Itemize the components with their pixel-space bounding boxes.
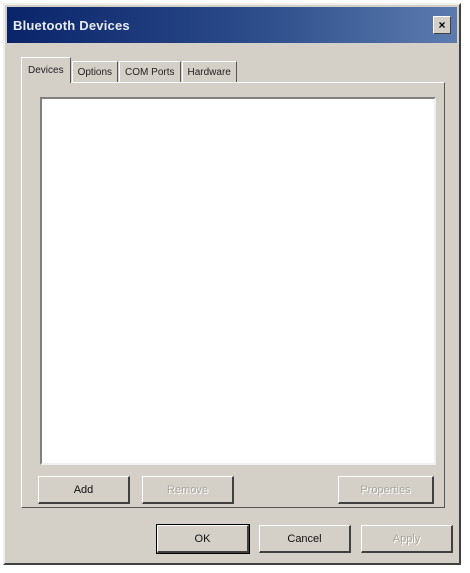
devices-tab-panel: Add Remove Properties: [21, 82, 445, 508]
bluetooth-devices-dialog: Bluetooth Devices × Devices Options COM …: [3, 3, 461, 565]
cancel-button[interactable]: Cancel: [259, 525, 351, 553]
remove-device-button[interactable]: Remove: [142, 476, 234, 504]
ok-button[interactable]: OK: [156, 524, 250, 554]
tab-com-ports[interactable]: COM Ports: [119, 61, 181, 83]
add-device-button[interactable]: Add: [38, 476, 130, 504]
close-button[interactable]: ×: [433, 16, 451, 34]
tab-hardware[interactable]: Hardware: [181, 61, 237, 83]
tab-strip: Devices Options COM Ports Hardware: [21, 57, 238, 83]
properties-button[interactable]: Properties: [338, 476, 434, 504]
tab-devices[interactable]: Devices: [21, 57, 71, 83]
apply-button[interactable]: Apply: [361, 525, 453, 553]
tab-options[interactable]: Options: [71, 61, 119, 83]
close-icon: ×: [438, 18, 446, 32]
title-bar[interactable]: Bluetooth Devices ×: [7, 7, 457, 43]
window-title: Bluetooth Devices: [13, 17, 130, 33]
device-list[interactable]: [40, 97, 436, 465]
